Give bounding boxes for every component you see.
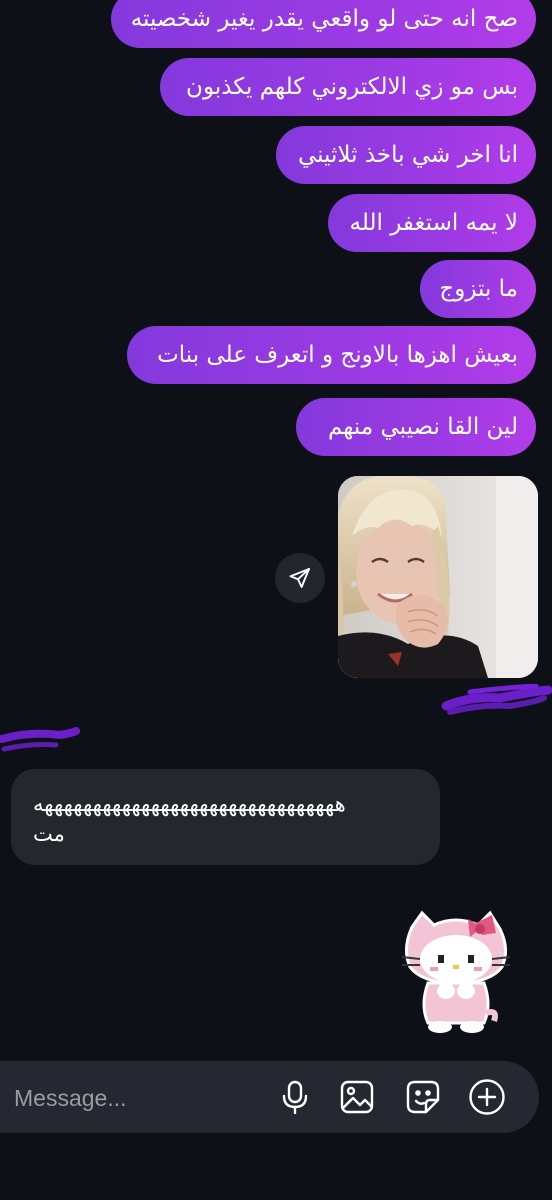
outgoing-message[interactable]: لا يمه استغفر الله xyxy=(328,194,536,252)
gallery-icon xyxy=(340,1080,374,1114)
outgoing-message[interactable]: صح انه حتى لو واقعي يقدر يغير شخصيته xyxy=(111,0,536,48)
message-text-line1: هههههههههههههههههههههههههههههههه xyxy=(33,792,346,816)
outgoing-message[interactable]: ما بتزوج xyxy=(420,260,536,318)
share-button[interactable] xyxy=(275,553,325,603)
hello-kitty-sticker[interactable] xyxy=(398,905,513,1035)
incoming-message[interactable]: هههههههههههههههههههههههههههههههه مت xyxy=(11,769,440,865)
message-text: بعيش اهزها بالاونج و اتعرف على بنات xyxy=(157,342,518,368)
message-input[interactable] xyxy=(12,1081,256,1115)
add-icon xyxy=(469,1079,505,1115)
bottom-safe-area xyxy=(0,1140,552,1200)
outgoing-message[interactable]: انا اخر شي باخذ ثلاثيني xyxy=(276,126,536,184)
gallery-button[interactable] xyxy=(337,1077,377,1117)
photo-message[interactable] xyxy=(338,476,538,678)
outgoing-message[interactable]: بعيش اهزها بالاونج و اتعرف على بنات xyxy=(127,326,536,384)
message-text: صح انه حتى لو واقعي يقدر يغير شخصيته xyxy=(130,6,518,32)
more-options-button[interactable] xyxy=(467,1077,507,1117)
mic-icon xyxy=(282,1080,308,1114)
message-text: بس مو زي الالكتروني كلهم يكذبون xyxy=(186,74,518,100)
selfie-photo xyxy=(338,476,538,678)
sticker-icon xyxy=(406,1080,440,1114)
sticker-button[interactable] xyxy=(403,1077,443,1117)
outgoing-message[interactable]: بس مو زي الالكتروني كلهم يكذبون xyxy=(160,58,536,116)
message-composer xyxy=(0,1061,539,1133)
message-text: ما بتزوج xyxy=(439,276,518,302)
message-text-line2: مت xyxy=(33,822,65,846)
redacted-scribble xyxy=(441,684,552,715)
outgoing-message[interactable]: لين القا نصيبي منهم xyxy=(296,398,536,456)
message-text: لا يمه استغفر الله xyxy=(349,210,518,236)
message-text: لين القا نصيبي منهم xyxy=(328,414,518,440)
share-icon xyxy=(289,568,310,588)
chat-screen: صح انه حتى لو واقعي يقدر يغير شخصيته بس … xyxy=(0,0,552,1200)
hello-kitty-sticker-icon xyxy=(401,910,511,1033)
redacted-scribble xyxy=(0,727,80,752)
message-text: انا اخر شي باخذ ثلاثيني xyxy=(297,142,518,168)
voice-message-button[interactable] xyxy=(275,1077,315,1117)
